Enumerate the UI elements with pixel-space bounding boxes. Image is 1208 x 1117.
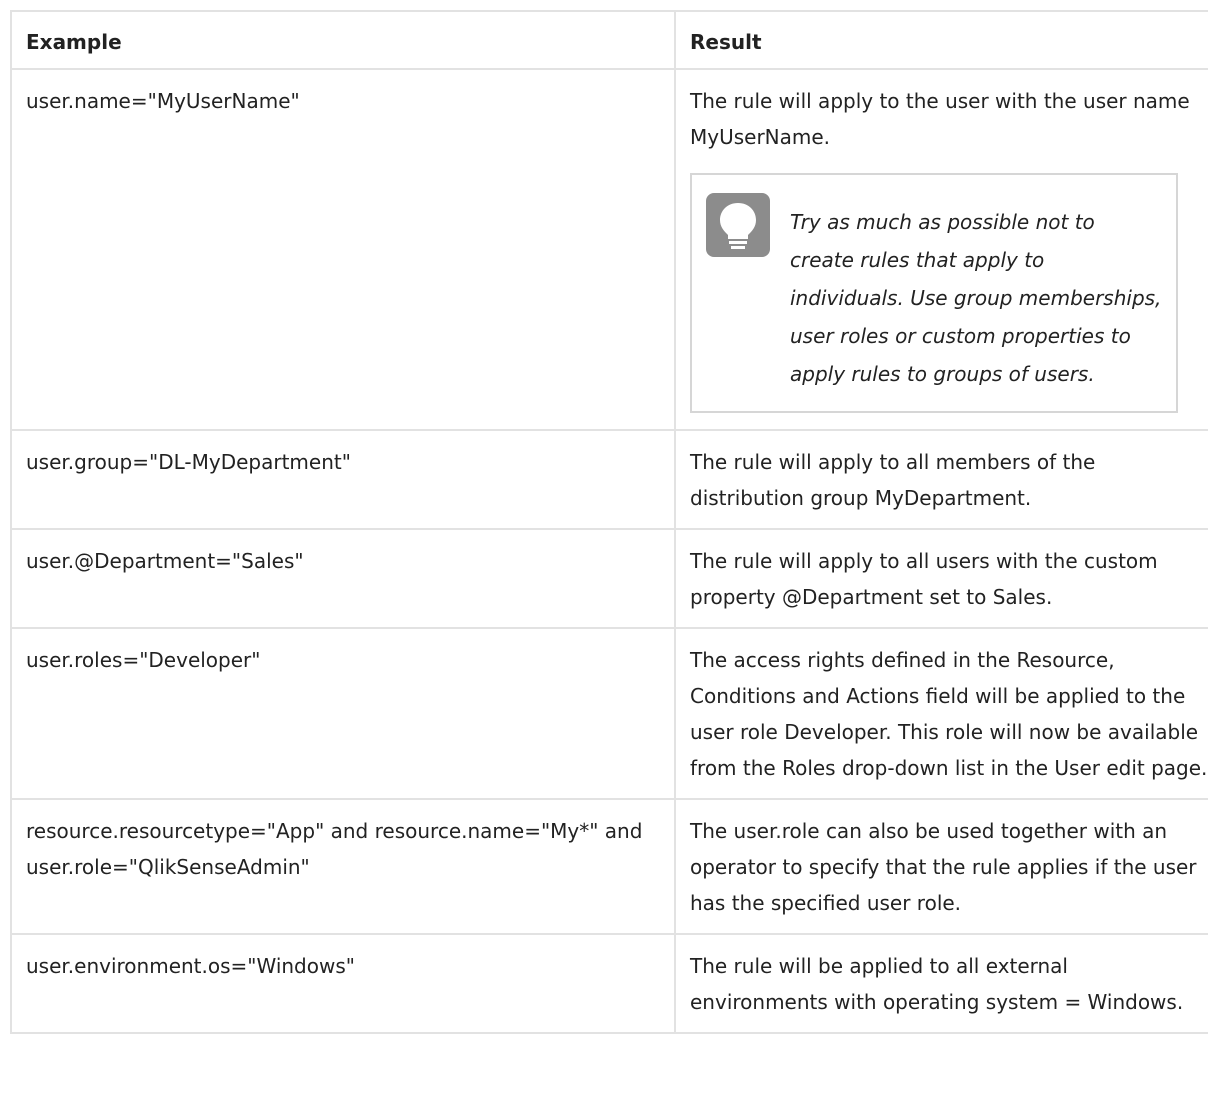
example-cell: resource.resourcetype="App" and resource… bbox=[10, 798, 676, 935]
result-cell: The access rights defined in the Resourc… bbox=[674, 627, 1208, 800]
lightbulb-icon bbox=[706, 193, 770, 257]
table-row: user.group="DL-MyDepartment" The rule wi… bbox=[10, 429, 1208, 530]
table-row: user.name="MyUserName" The rule will app… bbox=[10, 68, 1208, 431]
example-cell: user.@Department="Sales" bbox=[10, 528, 676, 629]
table-row: user.environment.os="Windows" The rule w… bbox=[10, 933, 1208, 1034]
page: Example Result user.name="MyUserName" Th… bbox=[0, 0, 1208, 1117]
table-row: resource.resourcetype="App" and resource… bbox=[10, 798, 1208, 935]
table-row: user.roles="Developer" The access rights… bbox=[10, 627, 1208, 800]
examples-table: Example Result user.name="MyUserName" Th… bbox=[10, 10, 1208, 1034]
result-text: The rule will apply to the user with the… bbox=[690, 89, 1190, 149]
table-row: user.@Department="Sales" The rule will a… bbox=[10, 528, 1208, 629]
tip-text: Try as much as possible not to create ru… bbox=[790, 210, 1162, 386]
result-cell: The user.role can also be used together … bbox=[674, 798, 1208, 935]
result-cell: The rule will be applied to all external… bbox=[674, 933, 1208, 1034]
table-header-row: Example Result bbox=[10, 10, 1208, 70]
example-cell: user.group="DL-MyDepartment" bbox=[10, 429, 676, 530]
column-header-result: Result bbox=[674, 10, 1208, 70]
example-cell: user.name="MyUserName" bbox=[10, 68, 676, 431]
result-cell: The rule will apply to all users with th… bbox=[674, 528, 1208, 629]
column-header-example: Example bbox=[10, 10, 676, 70]
example-cell: user.environment.os="Windows" bbox=[10, 933, 676, 1034]
result-cell: The rule will apply to all members of th… bbox=[674, 429, 1208, 530]
example-cell: user.roles="Developer" bbox=[10, 627, 676, 800]
tip-callout: Try as much as possible not to create ru… bbox=[690, 173, 1178, 413]
result-cell: The rule will apply to the user with the… bbox=[674, 68, 1208, 431]
